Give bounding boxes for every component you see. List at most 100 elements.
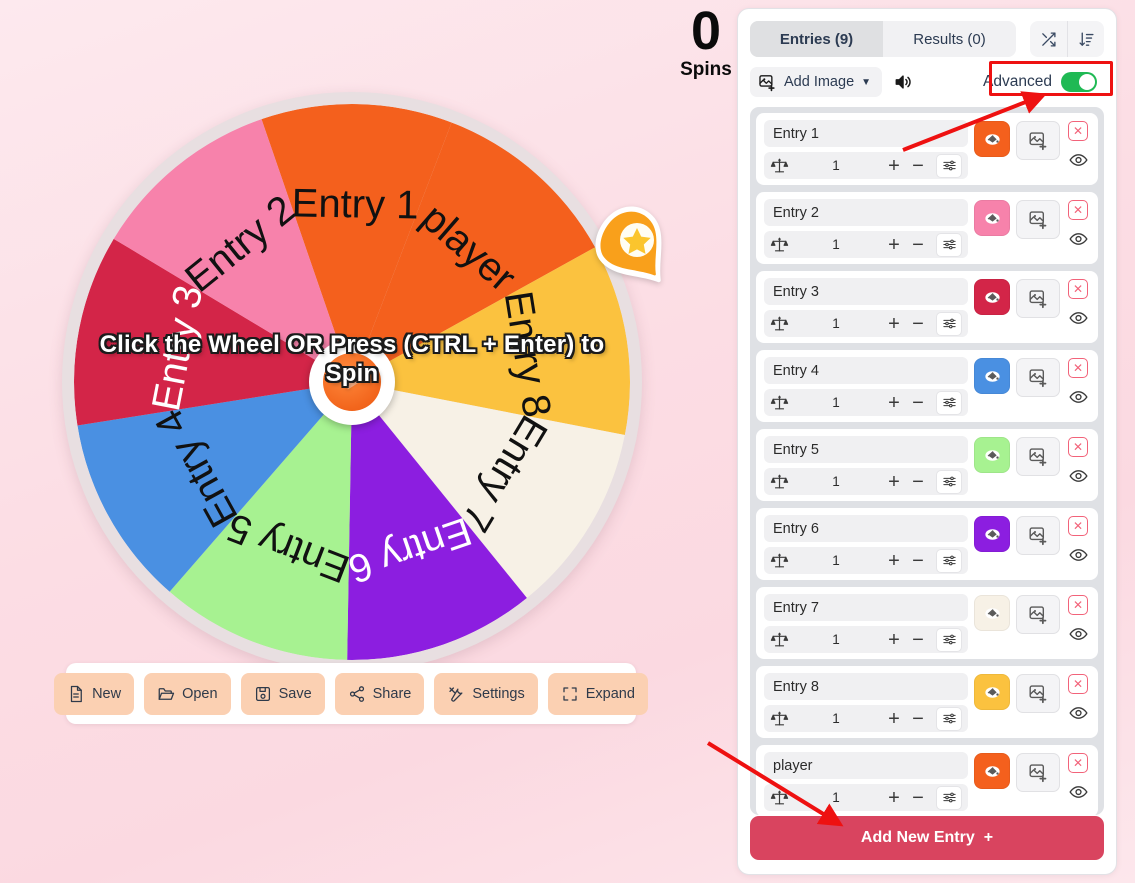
entry-visibility-toggle[interactable] [1068,785,1088,799]
tab-entries[interactable]: Entries (9) [750,21,883,57]
entry-weight-increase[interactable]: + [883,628,905,652]
entry-image-button[interactable] [1016,674,1060,713]
new-button[interactable]: New [54,672,135,715]
entry-image-button[interactable] [1016,200,1060,239]
entry-color-swatch[interactable] [974,595,1010,631]
entry-name-input[interactable]: player [764,752,968,779]
advanced-toggle[interactable] [1061,72,1097,92]
entry-delete-button[interactable]: ✕ [1068,516,1088,536]
entry-visibility-toggle[interactable] [1068,390,1088,404]
entry-name-input[interactable]: Entry 6 [764,515,968,542]
entry-weight-decrease[interactable]: − [907,786,929,810]
entry-weight-decrease[interactable]: − [907,233,929,257]
entry-row[interactable]: Entry 3 1 + − ✕ [756,271,1098,343]
entry-delete-button[interactable]: ✕ [1068,753,1088,773]
entry-weight-decrease[interactable]: − [907,628,929,652]
sliders-icon[interactable] [936,390,962,415]
entry-color-swatch[interactable] [974,358,1010,394]
entry-weight-increase[interactable]: + [883,549,905,573]
settings-button[interactable]: Settings [434,672,538,715]
entry-visibility-toggle[interactable] [1068,153,1088,167]
entry-weight-value: 1 [832,237,840,252]
entry-image-button[interactable] [1016,121,1060,160]
entry-delete-button[interactable]: ✕ [1068,595,1088,615]
entry-weight-increase[interactable]: + [883,470,905,494]
entry-row[interactable]: Entry 1 1 + − ✕ [756,113,1098,185]
entry-name-input[interactable]: Entry 7 [764,594,968,621]
entry-weight-increase[interactable]: + [883,707,905,731]
shuffle-button[interactable] [1030,21,1067,57]
entry-visibility-toggle[interactable] [1068,627,1088,641]
sliders-icon[interactable] [936,706,962,731]
entry-visibility-toggle[interactable] [1068,469,1088,483]
entry-visibility-toggle[interactable] [1068,548,1088,562]
entry-name-input[interactable]: Entry 1 [764,120,968,147]
tab-results[interactable]: Results (0) [883,21,1016,57]
entry-row[interactable]: player 1 + − ✕ [756,745,1098,815]
entry-visibility-toggle[interactable] [1068,232,1088,246]
entry-row[interactable]: Entry 4 1 + − ✕ [756,350,1098,422]
entry-name-input[interactable]: Entry 4 [764,357,968,384]
entry-weight-increase[interactable]: + [883,154,905,178]
entry-color-swatch[interactable] [974,674,1010,710]
entry-row[interactable]: Entry 7 1 + − ✕ [756,587,1098,659]
entry-image-button[interactable] [1016,358,1060,397]
entry-image-button[interactable] [1016,437,1060,476]
entry-delete-button[interactable]: ✕ [1068,674,1088,694]
entry-delete-button[interactable]: ✕ [1068,200,1088,220]
sliders-icon[interactable] [936,153,962,178]
entry-weight-decrease[interactable]: − [907,391,929,415]
sliders-icon[interactable] [936,627,962,652]
entry-image-button[interactable] [1016,516,1060,555]
entry-visibility-toggle[interactable] [1068,706,1088,720]
entries-list[interactable]: Entry 1 1 + − ✕ Entry 2 1 + − ✕ Entry 3 1 + − ✕ Entry 4… [750,107,1104,815]
entry-color-swatch[interactable] [974,279,1010,315]
entry-color-swatch[interactable] [974,121,1010,157]
entry-delete-button[interactable]: ✕ [1068,121,1088,141]
wheel-center-hub[interactable] [309,339,395,425]
entry-weight-increase[interactable]: + [883,786,905,810]
entry-delete-button[interactable]: ✕ [1068,437,1088,457]
expand-button[interactable]: Expand [547,672,648,715]
open-button[interactable]: Open [144,672,231,715]
entry-color-swatch[interactable] [974,516,1010,552]
sound-toggle-button[interactable] [891,70,915,94]
entry-color-swatch[interactable] [974,200,1010,236]
entry-weight-decrease[interactable]: − [907,312,929,336]
add-image-button[interactable]: Add Image ▼ [750,67,883,97]
entry-color-swatch[interactable] [974,753,1010,789]
entry-row[interactable]: Entry 6 1 + − ✕ [756,508,1098,580]
entry-name-input[interactable]: Entry 5 [764,436,968,463]
entry-row[interactable]: Entry 2 1 + − ✕ [756,192,1098,264]
entry-weight-decrease[interactable]: − [907,154,929,178]
entry-delete-button[interactable]: ✕ [1068,279,1088,299]
save-button[interactable]: Save [240,672,325,715]
entry-name-input[interactable]: Entry 2 [764,199,968,226]
entry-image-button[interactable] [1016,279,1060,318]
sliders-icon[interactable] [936,469,962,494]
entry-color-swatch[interactable] [974,437,1010,473]
share-button[interactable]: Share [334,672,425,715]
wheel-stage[interactable]: Entry 1 player Entry 8 Entry 7 Entry 6 Entry … [62,92,662,672]
sliders-icon[interactable] [936,785,962,810]
add-new-entry-button[interactable]: Add New Entry + [750,816,1104,860]
sliders-icon[interactable] [936,548,962,573]
entry-weight-decrease[interactable]: − [907,707,929,731]
entry-image-button[interactable] [1016,595,1060,634]
entry-weight-increase[interactable]: + [883,233,905,257]
entry-delete-button[interactable]: ✕ [1068,358,1088,378]
entry-name-input[interactable]: Entry 8 [764,673,968,700]
entry-image-button[interactable] [1016,753,1060,792]
entry-row[interactable]: Entry 8 1 + − ✕ [756,666,1098,738]
entry-weight-decrease[interactable]: − [907,470,929,494]
entry-weight-increase[interactable]: + [883,312,905,336]
entry-weight-increase[interactable]: + [883,391,905,415]
entry-weight-decrease[interactable]: − [907,549,929,573]
sliders-icon[interactable] [936,232,962,257]
sliders-icon[interactable] [936,311,962,336]
entry-name-input[interactable]: Entry 3 [764,278,968,305]
sort-button[interactable] [1067,21,1104,57]
entry-row[interactable]: Entry 5 1 + − ✕ [756,429,1098,501]
entry-visibility-toggle[interactable] [1068,311,1088,325]
advanced-toggle-group[interactable]: Advanced [974,69,1104,95]
